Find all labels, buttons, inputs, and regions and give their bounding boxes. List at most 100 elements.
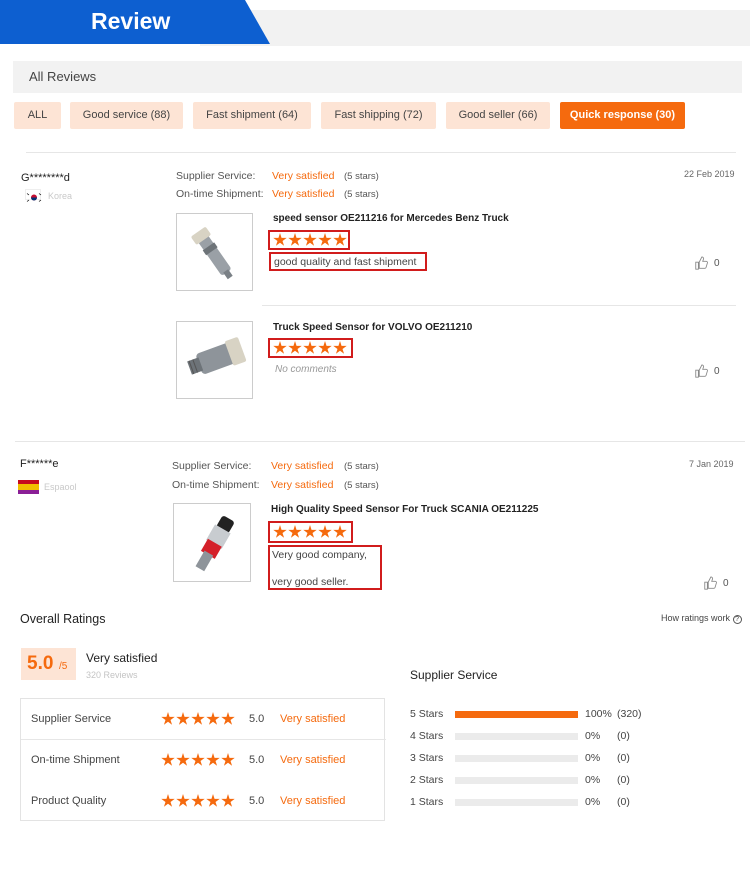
how-ratings-work-link[interactable]: How ratings work ? [661, 613, 742, 624]
star-icon [333, 233, 347, 246]
star-level-label: 2 Stars [410, 774, 444, 786]
rating-row-label: Product Quality [31, 795, 107, 807]
product-title[interactable]: Truck Speed Sensor for VOLVO OE211210 [273, 322, 472, 333]
product-thumbnail[interactable] [173, 503, 251, 582]
overall-score: 5.0 [27, 653, 54, 674]
like-button[interactable]: 0 [694, 256, 720, 270]
question-circle-icon: ? [732, 615, 742, 624]
filter-all[interactable]: ALL [14, 102, 61, 129]
review-count: 320 Reviews [86, 670, 138, 680]
supplier-service-value: Very satisfied [271, 460, 334, 472]
rating-row-verdict: Very satisfied [280, 754, 346, 766]
shipment-value: Very satisfied [271, 479, 334, 491]
product-rating [273, 341, 347, 355]
rating-row-stars [161, 753, 235, 767]
star-level-label: 4 Stars [410, 730, 444, 742]
shipment-stars: (5 stars) [344, 480, 379, 491]
no-comments-text: No comments [275, 364, 337, 375]
shipment-stars: (5 stars) [344, 189, 379, 200]
progress-fill [455, 711, 578, 718]
like-count: 0 [714, 257, 720, 269]
star-icon [288, 233, 302, 246]
product-thumbnail[interactable] [176, 213, 253, 291]
product-title[interactable]: High Quality Speed Sensor For Truck SCAN… [271, 504, 539, 515]
star-icon [206, 794, 220, 807]
percent-label: 0% [585, 752, 601, 764]
like-button[interactable]: 0 [694, 364, 720, 378]
star-level-label: 5 Stars [410, 708, 444, 720]
star-icon [191, 753, 205, 766]
like-count: 0 [723, 577, 729, 589]
filter-fast-shipment[interactable]: Fast shipment (64) [193, 102, 311, 129]
rating-row-supplier-service: Supplier Service 5.0 Very satisfied [21, 699, 386, 739]
review-comment: Very good company, [272, 549, 367, 561]
rating-row-score: 5.0 [249, 713, 265, 725]
rating-row-on-time-shipment: On-time Shipment 5.0 Very satisfied [21, 740, 386, 780]
count-label: (0) [617, 774, 630, 786]
filter-good-seller[interactable]: Good seller (66) [446, 102, 550, 129]
review-date: 7 Jan 2019 [689, 459, 734, 469]
progress-track [455, 733, 578, 740]
star-icon [221, 753, 235, 766]
star-icon [161, 753, 175, 766]
like-count: 0 [714, 365, 720, 377]
product-title[interactable]: speed sensor OE211216 for Mercedes Benz … [273, 213, 509, 224]
star-icon [273, 341, 287, 354]
count-label: (0) [617, 730, 630, 742]
star-icon [206, 712, 220, 725]
overall-score-box: 5.0 /5 [21, 648, 76, 680]
percent-label: 0% [585, 730, 601, 742]
shipment-value: Very satisfied [272, 188, 335, 200]
filter-good-service[interactable]: Good service (88) [70, 102, 183, 129]
star-icon [206, 753, 220, 766]
review-comment: very good seller. [272, 576, 349, 588]
rating-row-score: 5.0 [249, 795, 265, 807]
thumbs-up-icon [704, 576, 717, 590]
how-ratings-work-label: How ratings work [661, 613, 731, 623]
reviewer-name: G********d [21, 172, 70, 184]
progress-track [455, 799, 578, 806]
star-icon [191, 712, 205, 725]
percent-label: 0% [585, 796, 601, 808]
overall-ratings-title: Overall Ratings [20, 612, 106, 626]
product-thumbnail[interactable] [176, 321, 253, 399]
filter-fast-shipping[interactable]: Fast shipping (72) [321, 102, 436, 129]
header-background [200, 10, 750, 46]
product-rating [273, 525, 347, 539]
star-icon [273, 525, 287, 538]
filter-quick-response[interactable]: Quick response (30) [560, 102, 685, 129]
supplier-service-label: Supplier Service: [172, 460, 252, 472]
rating-row-label: On-time Shipment [31, 754, 120, 766]
all-reviews-bar: All Reviews [13, 61, 742, 93]
star-level-label: 1 Stars [410, 796, 444, 808]
star-icon [318, 233, 332, 246]
star-icon [221, 794, 235, 807]
review-comment: good quality and fast shipment [274, 256, 417, 268]
star-icon [333, 341, 347, 354]
supplier-service-stars: (5 stars) [344, 461, 379, 472]
count-label: (0) [617, 752, 630, 764]
star-level-label: 3 Stars [410, 752, 444, 764]
progress-track [455, 777, 578, 784]
rating-row-verdict: Very satisfied [280, 713, 346, 725]
rating-row-score: 5.0 [249, 754, 265, 766]
count-label: (0) [617, 796, 630, 808]
star-icon [303, 233, 317, 246]
star-icon [303, 525, 317, 538]
shipment-label: On-time Shipment: [172, 479, 260, 491]
divider [26, 152, 736, 153]
page-title: Review [91, 8, 171, 34]
supplier-service-stars: (5 stars) [344, 171, 379, 182]
like-button[interactable]: 0 [703, 576, 729, 590]
product-rating [273, 233, 347, 247]
thumbs-up-icon [695, 364, 708, 378]
star-icon [221, 712, 235, 725]
supplier-service-value: Very satisfied [272, 170, 335, 182]
star-icon [318, 341, 332, 354]
korea-flag-icon [25, 189, 42, 202]
count-label: (320) [617, 708, 642, 720]
progress-track [455, 711, 578, 718]
review-date: 22 Feb 2019 [684, 169, 735, 179]
rating-row-product-quality: Product Quality 5.0 Very satisfied [21, 781, 386, 821]
ratings-summary-table: Supplier Service 5.0 Very satisfied On-t… [20, 698, 386, 821]
